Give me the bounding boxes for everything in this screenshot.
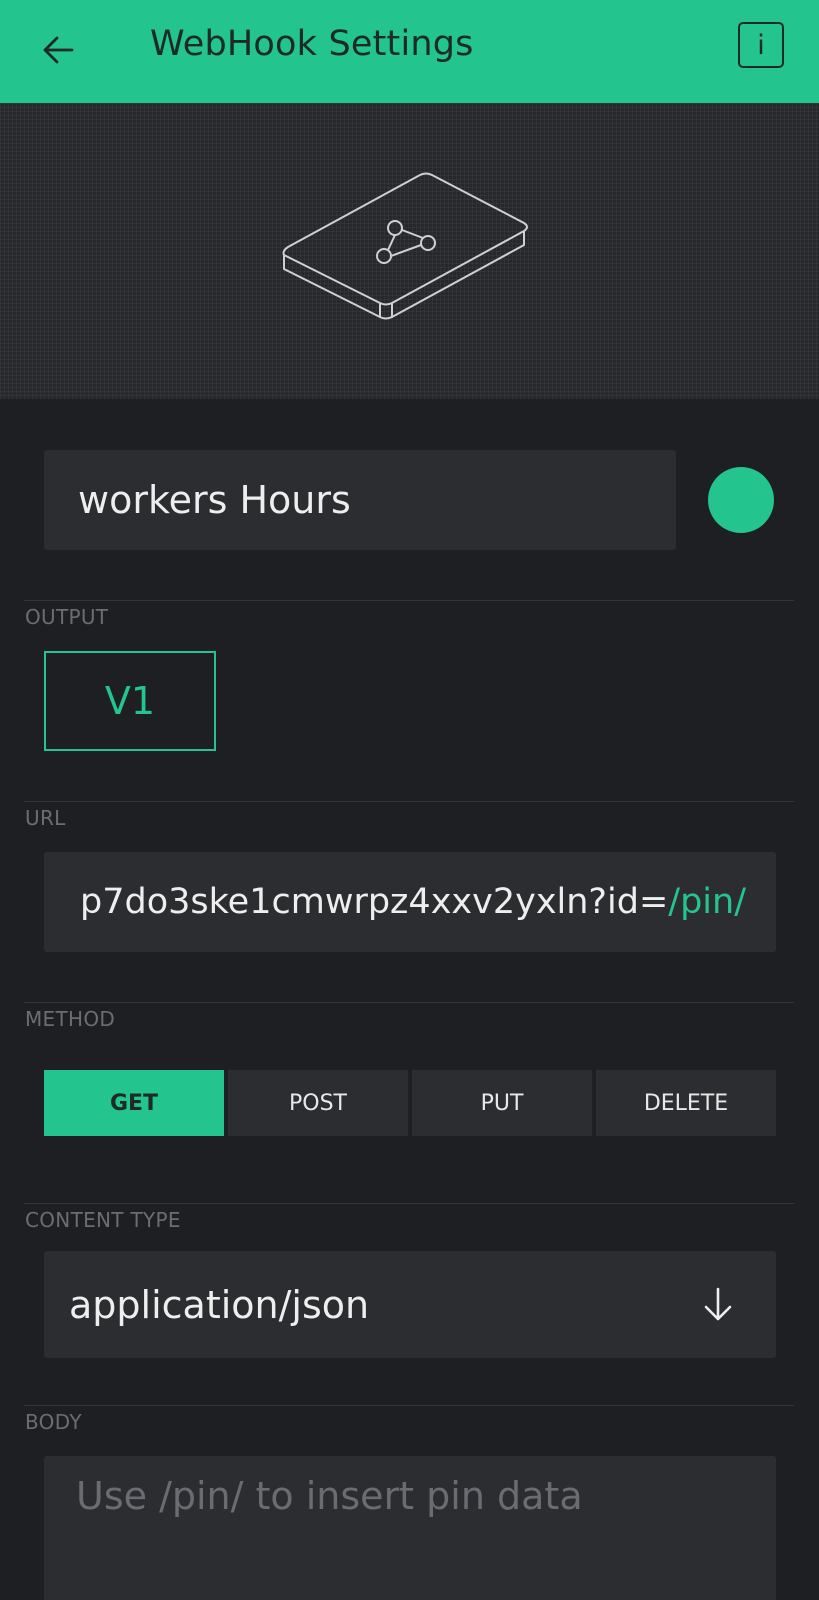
url-label: URL — [25, 806, 66, 830]
info-button[interactable]: i — [738, 22, 784, 68]
content-type-label: CONTENT TYPE — [25, 1208, 181, 1232]
divider — [24, 1203, 794, 1204]
widget-name-input[interactable]: workers Hours — [44, 450, 676, 550]
divider — [24, 600, 794, 601]
content-type-value: application/json — [69, 1282, 370, 1327]
method-label: METHOD — [25, 1007, 116, 1031]
app-bar: WebHook Settings i — [0, 0, 819, 103]
arrow-left-icon — [43, 36, 74, 64]
method-get-button[interactable]: GET — [44, 1070, 224, 1136]
output-label: OUTPUT — [25, 605, 109, 629]
arrow-down-icon — [704, 1287, 732, 1321]
webhook-settings-screen: WebHook Settings i workers Hours OUTPUT … — [0, 0, 819, 1600]
back-button[interactable] — [30, 22, 86, 78]
body-label: BODY — [25, 1410, 82, 1434]
url-value: p7do3ske1cmwrpz4xxv2yxln?id= — [80, 882, 669, 922]
widget-hero — [0, 103, 819, 399]
url-input[interactable]: p7do3ske1cmwrpz4xxv2yxln?id=/pin/ — [44, 852, 776, 952]
content-type-dropdown[interactable]: application/json — [44, 1251, 776, 1358]
output-pin-selector[interactable]: V1 — [44, 651, 216, 751]
info-icon: i — [757, 29, 765, 61]
webhook-device-icon — [282, 172, 528, 320]
method-put-button[interactable]: PUT — [412, 1070, 592, 1136]
widget-color-picker[interactable] — [708, 467, 774, 533]
url-pin-token: /pin/ — [668, 882, 746, 922]
method-post-button[interactable]: POST — [228, 1070, 408, 1136]
divider — [24, 801, 794, 802]
divider — [24, 1405, 794, 1406]
divider — [24, 1002, 794, 1003]
body-textarea[interactable]: Use /pin/ to insert pin data — [44, 1456, 776, 1600]
method-delete-button[interactable]: DELETE — [596, 1070, 776, 1136]
page-title: WebHook Settings — [150, 24, 474, 64]
